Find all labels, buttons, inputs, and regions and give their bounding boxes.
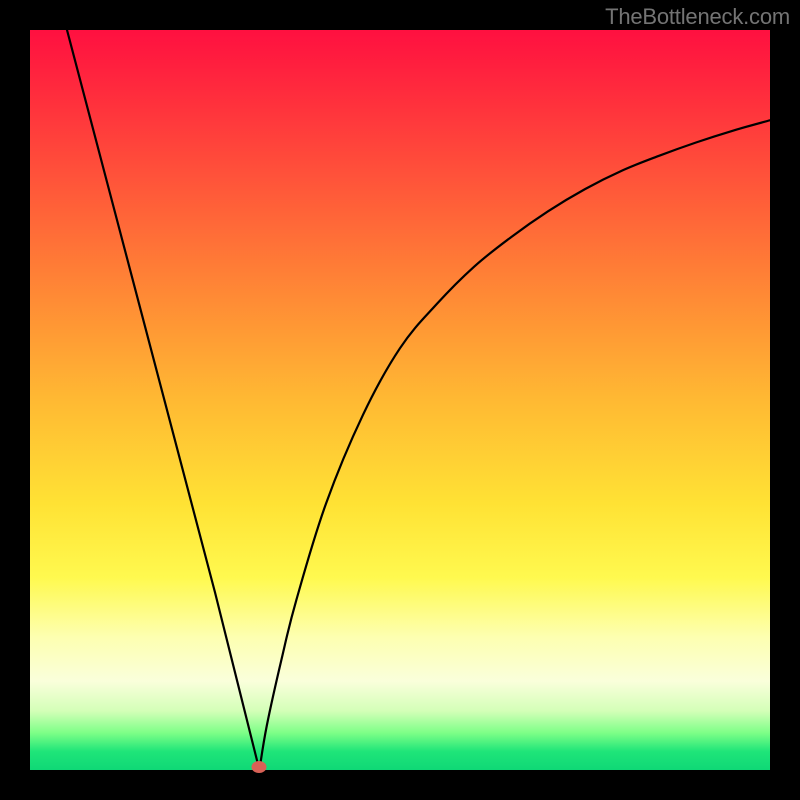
curve-path [67,30,770,770]
chart-frame: TheBottleneck.com [0,0,800,800]
minimum-marker [252,761,267,773]
plot-area [30,30,770,770]
bottleneck-curve [30,30,770,770]
watermark-text: TheBottleneck.com [605,4,790,30]
